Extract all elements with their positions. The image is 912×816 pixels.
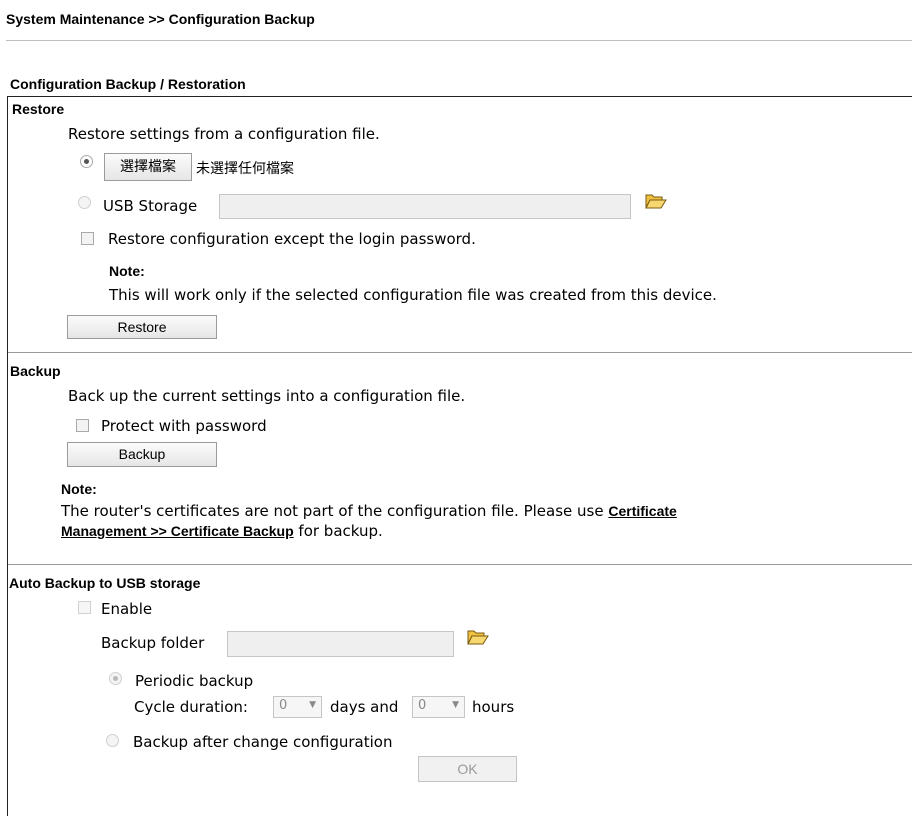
backup-after-change-label: Backup after change configuration xyxy=(133,733,393,751)
cycle-days-value: 0 xyxy=(279,698,288,713)
backup-note-text: The router's certificates are not part o… xyxy=(61,502,609,520)
usb-storage-label: USB Storage xyxy=(103,197,198,215)
restore-except-password-checkbox[interactable] xyxy=(81,232,94,245)
restore-button[interactable]: Restore xyxy=(67,315,217,339)
section-divider xyxy=(8,352,912,353)
restore-note-label: Note: xyxy=(109,263,145,279)
certificate-backup-link[interactable]: Certificate xyxy=(608,503,676,519)
backup-note-line2: Management >> Certificate Backup for bac… xyxy=(61,522,383,540)
hours-label: hours xyxy=(472,698,515,716)
backup-note-line1: The router's certificates are not part o… xyxy=(61,502,677,520)
header-divider xyxy=(6,40,912,41)
protect-with-password-label: Protect with password xyxy=(101,417,267,435)
backup-folder-label: Backup folder xyxy=(101,634,205,652)
section-divider xyxy=(8,564,912,565)
backup-heading: Backup xyxy=(10,363,61,379)
periodic-backup-label: Periodic backup xyxy=(135,672,254,690)
cycle-days-select[interactable]: 0 ▼ xyxy=(273,696,322,718)
restore-except-password-label: Restore configuration except the login p… xyxy=(108,230,476,248)
usb-storage-path-field[interactable] xyxy=(219,194,631,219)
cycle-duration-label: Cycle duration: xyxy=(134,698,248,716)
section-title: Configuration Backup / Restoration xyxy=(10,76,246,92)
restore-description: Restore settings from a configuration fi… xyxy=(68,125,380,143)
backup-folder-field[interactable] xyxy=(227,631,454,657)
restore-heading: Restore xyxy=(12,101,65,117)
protect-with-password-checkbox[interactable] xyxy=(76,419,89,432)
backup-description: Back up the current settings into a conf… xyxy=(68,387,466,405)
backup-after-change-radio[interactable] xyxy=(106,734,119,747)
backup-button[interactable]: Backup xyxy=(67,442,217,467)
certificate-backup-link-cont[interactable]: Management >> Certificate Backup xyxy=(61,523,294,539)
choose-file-button[interactable]: 選擇檔案 xyxy=(104,153,192,181)
ok-button[interactable]: OK xyxy=(418,756,517,782)
cycle-hours-value: 0 xyxy=(418,698,427,713)
restore-note-text: This will work only if the selected conf… xyxy=(109,286,717,304)
days-and-label: days and xyxy=(330,698,399,716)
cycle-hours-select[interactable]: 0 ▼ xyxy=(412,696,465,718)
folder-open-icon[interactable] xyxy=(467,628,489,646)
auto-backup-enable-checkbox[interactable] xyxy=(78,601,91,614)
backup-note-label: Note: xyxy=(61,481,97,497)
restore-usb-storage-radio[interactable] xyxy=(78,196,91,209)
auto-backup-enable-label: Enable xyxy=(101,600,153,618)
page-title: System Maintenance >> Configuration Back… xyxy=(6,11,315,27)
auto-backup-heading: Auto Backup to USB storage xyxy=(9,575,201,591)
no-file-chosen-text: 未選擇任何檔案 xyxy=(196,161,294,177)
periodic-backup-radio[interactable] xyxy=(109,672,122,685)
chevron-down-icon: ▼ xyxy=(452,700,459,710)
chevron-down-icon: ▼ xyxy=(309,700,316,710)
folder-open-icon[interactable] xyxy=(645,192,667,210)
backup-note-suffix: for backup. xyxy=(293,522,383,540)
restore-local-file-radio[interactable] xyxy=(80,155,93,168)
